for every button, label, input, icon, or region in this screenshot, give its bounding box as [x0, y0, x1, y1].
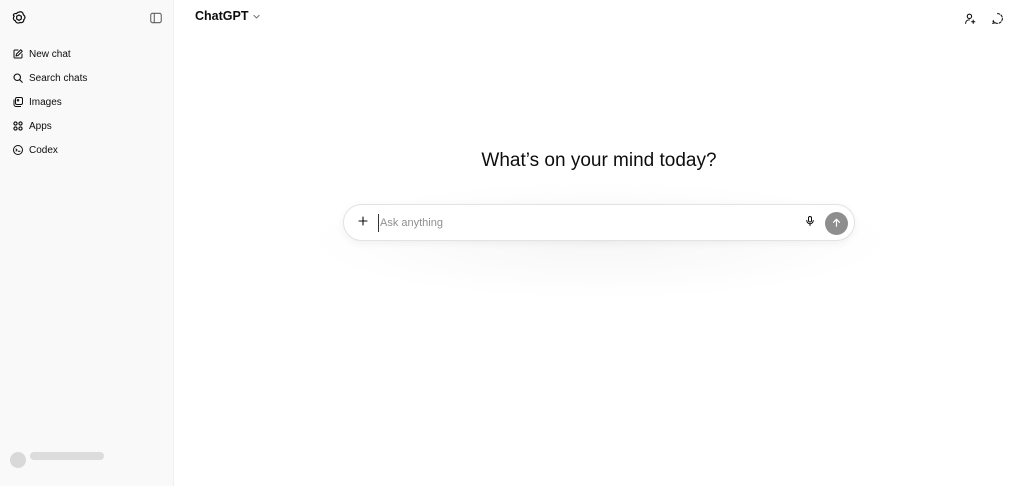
- sidebar-item-label: Codex: [29, 144, 58, 156]
- prompt-input[interactable]: [378, 214, 798, 232]
- dictate-button[interactable]: [802, 215, 818, 231]
- sidebar-nav: New chat Search chats Images Apps Codex: [0, 42, 174, 162]
- openai-logo-icon[interactable]: [10, 9, 28, 27]
- temporary-chat-icon[interactable]: [989, 10, 1005, 26]
- sidebar-toggle-icon[interactable]: [148, 10, 164, 26]
- add-person-icon[interactable]: [962, 10, 978, 26]
- send-button[interactable]: [825, 212, 848, 235]
- model-selector[interactable]: ChatGPT: [195, 9, 261, 23]
- codex-icon: [11, 144, 24, 157]
- sidebar-item-label: Images: [29, 96, 62, 108]
- sidebar-item-label: Search chats: [29, 72, 88, 84]
- images-icon: [11, 96, 24, 109]
- sidebar-item-label: Apps: [29, 120, 52, 132]
- search-icon: [11, 72, 24, 85]
- avatar: [10, 452, 26, 468]
- sidebar-header: [0, 0, 174, 36]
- sidebar: New chat Search chats Images Apps Codex: [0, 0, 174, 486]
- sidebar-item-apps[interactable]: Apps: [0, 114, 174, 138]
- sidebar-item-label: New chat: [29, 48, 71, 60]
- model-label: ChatGPT: [195, 9, 249, 23]
- page-title: What’s on your mind today?: [481, 150, 717, 171]
- composer: [343, 204, 855, 241]
- arrow-up-icon: [831, 215, 842, 233]
- edit-icon: [11, 48, 24, 61]
- apps-icon: [11, 120, 24, 133]
- add-attachment-button[interactable]: [355, 215, 371, 231]
- sidebar-item-images[interactable]: Images: [0, 90, 174, 114]
- sidebar-item-search-chats[interactable]: Search chats: [0, 66, 174, 90]
- plus-icon: [357, 214, 369, 232]
- top-header: ChatGPT: [174, 0, 1024, 36]
- profile-button[interactable]: [10, 452, 104, 468]
- profile-name-redacted: [30, 452, 104, 460]
- sidebar-item-codex[interactable]: Codex: [0, 138, 174, 162]
- microphone-icon: [804, 214, 816, 232]
- sidebar-item-new-chat[interactable]: New chat: [0, 42, 174, 66]
- chevron-down-icon: [252, 12, 261, 21]
